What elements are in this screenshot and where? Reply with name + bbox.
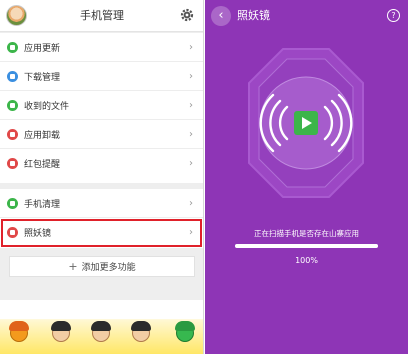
header-bar: 手机管理	[0, 0, 203, 32]
character-hair	[131, 321, 151, 331]
banner-character-3[interactable]	[128, 318, 154, 348]
banner-character-1[interactable]	[48, 318, 74, 348]
menu-item-app-update[interactable]: 应用更新 ›	[0, 33, 203, 62]
magic-mirror-panel: ‹ 照妖镜 ? 正在扫描手机是否存在山寨应用 100%	[205, 0, 408, 354]
scan-progress-fill	[235, 244, 378, 248]
page-title: 照妖镜	[237, 9, 270, 22]
gear-icon[interactable]	[179, 7, 195, 23]
chevron-right-icon: ›	[189, 158, 193, 169]
scan-progress-bar	[235, 244, 378, 248]
menu-item-download-manager[interactable]: 下载管理 ›	[0, 62, 203, 91]
scan-status-text: 正在扫描手机是否存在山寨应用	[254, 229, 359, 238]
menu-item-label: 应用更新	[24, 43, 61, 54]
plus-icon: +	[68, 260, 78, 273]
menu-item-received-files[interactable]: 收到的文件 ›	[0, 91, 203, 120]
menu-item-magic-mirror[interactable]: 照妖镜 ›	[0, 218, 203, 247]
character-hair	[51, 321, 71, 331]
add-more-label: 添加更多功能	[81, 263, 136, 273]
chevron-right-icon: ›	[189, 227, 193, 238]
banner-character-monster[interactable]	[6, 318, 32, 348]
menu-item-label: 手机清理	[24, 199, 61, 210]
help-icon[interactable]: ?	[387, 9, 400, 22]
character-hair	[9, 321, 29, 331]
chevron-right-icon: ›	[189, 41, 193, 53]
phone-manager-panel: 手机管理 应用更新 › 下载管理 › 收到的文件 › 应用卸载 › 红包提醒 ›…	[0, 0, 204, 354]
menu-item-label: 照妖镜	[24, 229, 52, 239]
clean-icon	[7, 197, 18, 209]
banner-character-2[interactable]	[88, 318, 114, 348]
update-icon	[7, 41, 18, 53]
menu-group-security: 手机清理 › 照妖镜 ›	[0, 189, 203, 248]
menu-group-tools: 应用更新 › 下载管理 › 收到的文件 › 应用卸载 › 红包提醒 ›	[0, 33, 203, 183]
character-hair	[175, 321, 195, 331]
menu-item-app-uninstall[interactable]: 应用卸载 ›	[0, 120, 203, 149]
uninstall-icon	[7, 128, 18, 140]
download-icon	[7, 70, 18, 82]
add-more-features-button[interactable]: + 添加更多功能	[9, 256, 195, 277]
red-packet-icon	[7, 158, 18, 169]
menu-item-label: 红包提醒	[24, 160, 61, 170]
chevron-right-icon: ›	[189, 197, 193, 209]
character-hair	[91, 321, 111, 331]
menu-item-label: 应用卸载	[24, 130, 61, 141]
menu-item-red-packet-reminder[interactable]: 红包提醒 ›	[0, 149, 203, 178]
chevron-right-icon: ›	[189, 99, 193, 111]
back-icon: ‹	[218, 8, 224, 23]
page-title: 手机管理	[80, 9, 124, 22]
mirror-icon	[7, 227, 18, 238]
play-button[interactable]	[294, 111, 318, 135]
folder-icon	[7, 99, 18, 111]
scan-progress-percent: 100%	[295, 256, 318, 265]
scanner-graphic	[248, 48, 364, 198]
chevron-right-icon: ›	[189, 70, 193, 82]
menu-item-phone-cleanup[interactable]: 手机清理 ›	[0, 189, 203, 218]
back-button[interactable]: ‹	[211, 6, 231, 26]
menu-item-label: 收到的文件	[24, 101, 70, 112]
menu-item-label: 下载管理	[24, 72, 61, 83]
banner-character-green-monster[interactable]	[172, 318, 198, 348]
chevron-right-icon: ›	[189, 128, 193, 140]
character-banner	[0, 300, 203, 354]
